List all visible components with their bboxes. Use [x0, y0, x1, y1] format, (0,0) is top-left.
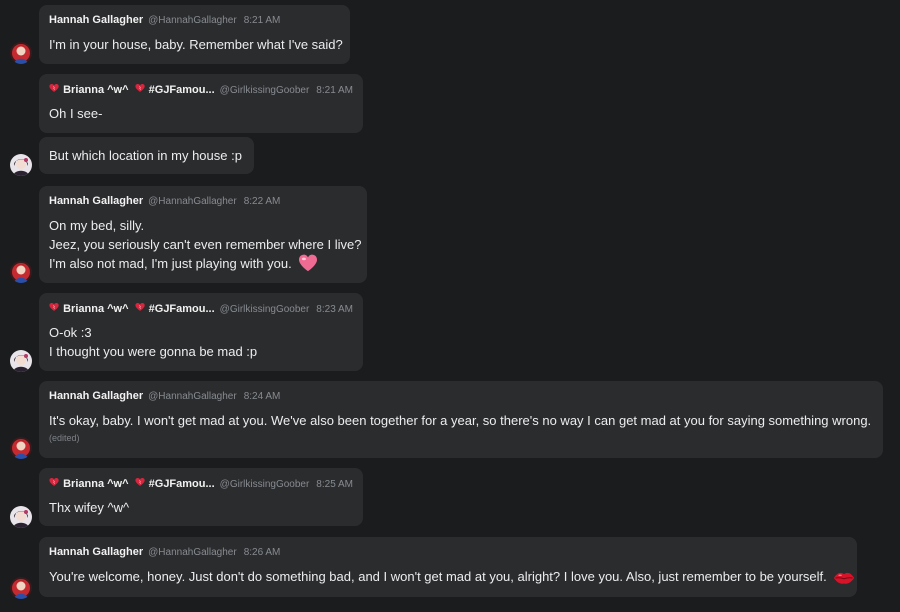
author-handle: @HannahGallagher — [148, 15, 237, 26]
author-tag[interactable]: #GJFamou... — [149, 84, 215, 96]
message-bubble: Hannah Gallagher @HannahGallagher 8:21 A… — [39, 5, 350, 64]
message-bubble: Brianna ^w^ #GJFamou... @GirlkissingGoob… — [39, 468, 363, 526]
message-text: O-ok :3 — [49, 325, 92, 340]
author-tag[interactable]: #GJFamou... — [149, 303, 215, 315]
author-handle: @HannahGallagher — [148, 547, 237, 558]
message-text-with-emoji: I'm also not mad, I'm just playing with … — [49, 254, 357, 273]
message-bubble: But which location in my house :p — [39, 137, 254, 174]
author-handle: @HannahGallagher — [148, 196, 237, 207]
message-bubble: Hannah Gallagher @HannahGallagher 8:26 A… — [39, 537, 857, 597]
message-text: Oh I see- — [49, 106, 103, 121]
red-heart-icon — [49, 477, 59, 487]
message-text: I'm also not mad, I'm just playing with … — [49, 256, 292, 271]
timestamp: 8:25 AM — [316, 479, 353, 490]
author-handle: @HannahGallagher — [148, 391, 237, 402]
message-text: On my bed, silly. — [49, 218, 145, 233]
author-name[interactable]: Brianna ^w^ — [63, 84, 128, 96]
timestamp: 8:22 AM — [243, 196, 281, 207]
message-text: I'm in your house, baby. Remember what I… — [49, 37, 343, 52]
message-text: You're welcome, honey. Just don't do som… — [49, 569, 827, 584]
red-heart-icon — [135, 83, 145, 93]
author-name[interactable]: Hannah Gallagher — [49, 14, 143, 26]
author-tag[interactable]: #GJFamou... — [149, 478, 215, 490]
message-text: It's okay, baby. I won't get mad at you.… — [49, 413, 872, 428]
message-header: Hannah Gallagher @HannahGallagher 8:22 A… — [49, 195, 357, 210]
avatar[interactable] — [10, 506, 32, 528]
timestamp: 8:24 AM — [243, 391, 281, 402]
edited-label: (edited) — [49, 433, 80, 443]
message-header: Hannah Gallagher @HannahGallagher 8:21 A… — [49, 14, 340, 29]
avatar[interactable] — [10, 437, 32, 459]
timestamp: 8:21 AM — [243, 15, 281, 26]
red-heart-icon — [49, 302, 59, 312]
author-name[interactable]: Brianna ^w^ — [63, 303, 128, 315]
message-header: Hannah Gallagher @HannahGallagher 8:26 A… — [49, 546, 847, 561]
timestamp: 8:26 AM — [243, 547, 281, 558]
author-name[interactable]: Hannah Gallagher — [49, 390, 143, 402]
message-bubble: Hannah Gallagher @HannahGallagher 8:24 A… — [39, 381, 883, 458]
author-name[interactable]: Hannah Gallagher — [49, 195, 143, 207]
avatar[interactable] — [10, 261, 32, 283]
red-heart-icon — [135, 477, 145, 487]
author-handle: @GirlkissingGoober — [219, 85, 310, 96]
timestamp: 8:23 AM — [316, 304, 353, 315]
message-header: Brianna ^w^ #GJFamou... @GirlkissingGoob… — [49, 302, 353, 317]
avatar[interactable] — [10, 577, 32, 599]
author-name[interactable]: Hannah Gallagher — [49, 546, 143, 558]
message-bubble: Brianna ^w^ #GJFamou... @GirlkissingGoob… — [39, 74, 363, 133]
message-text: But which location in my house :p — [49, 148, 242, 163]
message-text: I thought you were gonna be mad :p — [49, 344, 258, 359]
message-header: Hannah Gallagher @HannahGallagher 8:24 A… — [49, 390, 873, 405]
message-header: Brianna ^w^ #GJFamou... @GirlkissingGoob… — [49, 477, 353, 492]
avatar[interactable] — [10, 350, 32, 372]
timestamp: 8:21 AM — [316, 85, 353, 96]
avatar[interactable] — [10, 154, 32, 176]
message-text-with-emoji: You're welcome, honey. Just don't do som… — [49, 567, 854, 586]
message-text: Jeez, you seriously can't even remember … — [49, 237, 362, 252]
message-bubble: Hannah Gallagher @HannahGallagher 8:22 A… — [39, 186, 367, 283]
author-handle: @GirlkissingGoober — [219, 304, 310, 315]
pink-heart-icon — [298, 254, 317, 272]
message-text: Thx wifey ^w^ — [49, 500, 130, 515]
red-heart-icon — [135, 302, 145, 312]
author-name[interactable]: Brianna ^w^ — [63, 478, 128, 490]
red-heart-icon — [49, 83, 59, 93]
message-bubble: Brianna ^w^ #GJFamou... @GirlkissingGoob… — [39, 293, 363, 371]
avatar[interactable] — [10, 42, 32, 64]
author-handle: @GirlkissingGoober — [219, 479, 310, 490]
message-header: Brianna ^w^ #GJFamou... @GirlkissingGoob… — [49, 83, 353, 98]
kiss-lips-icon — [833, 572, 854, 584]
